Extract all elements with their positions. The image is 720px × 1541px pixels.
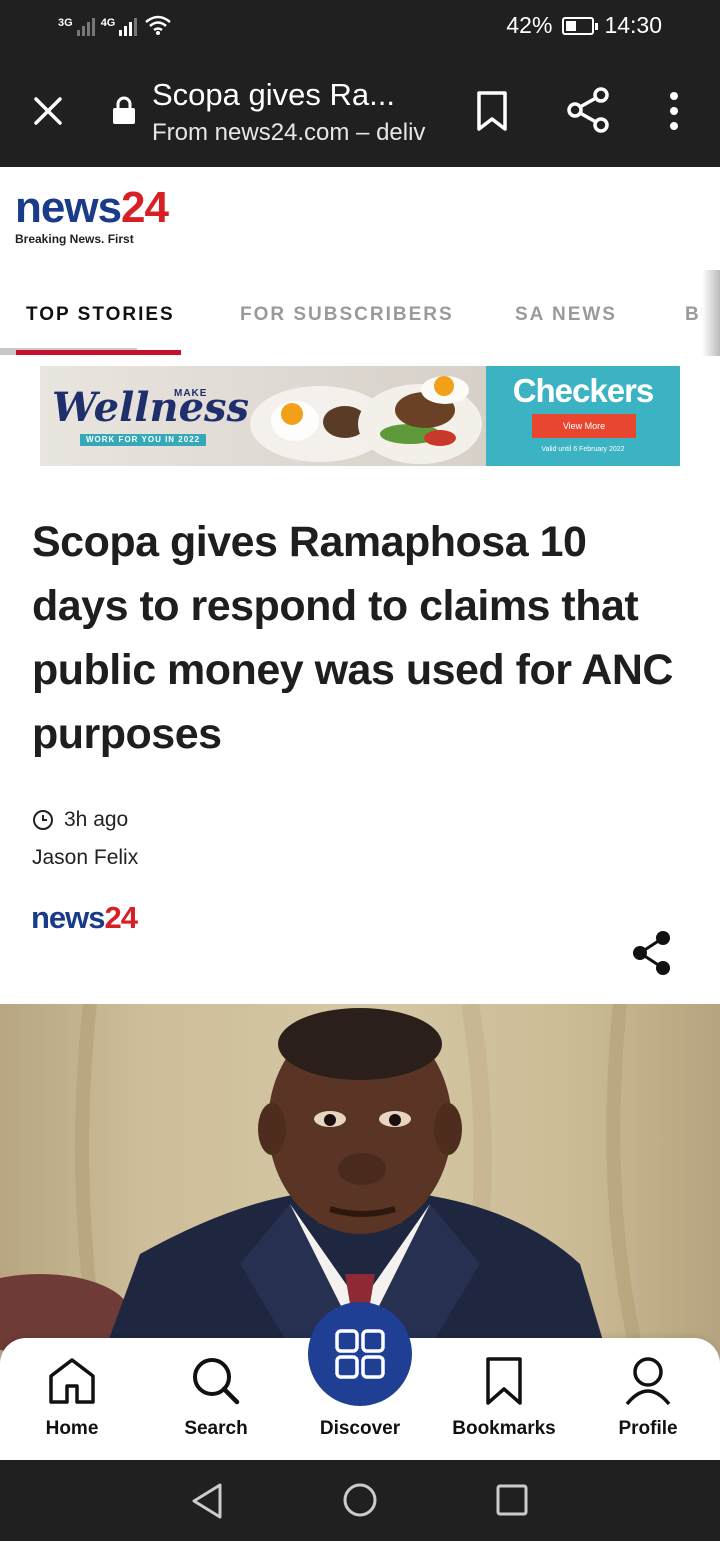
logo-tagline: Breaking News. First (15, 232, 134, 246)
lock-icon (113, 96, 135, 124)
ad-script-text: Wellness (52, 384, 250, 431)
clock-icon (33, 810, 53, 830)
battery-icon (562, 16, 599, 35)
grid-icon (335, 1329, 385, 1379)
more-vertical-icon[interactable] (662, 89, 686, 133)
logo-text-news: news (15, 183, 122, 232)
page-url[interactable]: From news24.com – deliv (152, 119, 425, 147)
page-title[interactable]: Scopa gives Ra... (152, 77, 395, 113)
home-circle-icon[interactable] (342, 1482, 378, 1518)
browser-toolbar: Scopa gives Ra... From news24.com – deli… (0, 55, 720, 167)
ad-strap-text: WORK FOR YOU IN 2022 (80, 434, 207, 446)
article-timestamp: 3h ago (32, 808, 128, 832)
user-icon (625, 1357, 671, 1406)
clock: 14:30 (604, 12, 662, 38)
network-type-label: 4G (100, 17, 116, 29)
article-headline: Scopa gives Ramaphosa 10 days to respond… (32, 518, 673, 758)
nav-bookmarks-label: Bookmarks (452, 1418, 556, 1439)
news24-logo[interactable]: news24 Breaking News. First (15, 183, 169, 247)
tab-top-stories[interactable]: TOP STORIES (26, 304, 175, 326)
status-bar: 3G 4G 42% 14:30 (0, 0, 720, 55)
close-icon[interactable] (28, 91, 68, 131)
bookmark-icon[interactable] (474, 89, 510, 133)
nav-home-label: Home (45, 1418, 99, 1439)
source-logo: news24 (31, 900, 138, 936)
nav-profile-label: Profile (618, 1418, 678, 1439)
tabs-scroll-fade (702, 270, 720, 356)
discover-button[interactable] (308, 1302, 412, 1406)
article-author[interactable]: Jason Felix (32, 846, 138, 870)
ad-image: Wellness MAKE WORK FOR YOU IN 2022 (40, 366, 486, 466)
recents-icon[interactable] (496, 1484, 528, 1516)
ad-validity: Valid until 6 February 2022 (541, 446, 625, 453)
ad-brand: Checkers (512, 372, 655, 409)
share-icon[interactable] (630, 930, 674, 976)
signal-indicators: 3G 4G (58, 14, 173, 36)
battery-percent: 42% (506, 12, 553, 38)
back-icon[interactable] (190, 1482, 224, 1520)
article-time: 3h ago (64, 808, 129, 831)
system-navigation-bar (0, 1460, 720, 1541)
source-logo-news: news (31, 900, 106, 935)
home-icon (49, 1358, 95, 1404)
signal-3g-icon: 3G (58, 18, 95, 36)
tab-sa-news[interactable]: SA NEWS (515, 304, 617, 326)
nav-discover-label: Discover (319, 1418, 401, 1439)
bookmark-icon (486, 1357, 522, 1405)
network-type-label: 3G (58, 17, 73, 29)
signal-4g-icon: 4G (101, 18, 138, 36)
tab-for-subscribers[interactable]: FOR SUBSCRIBERS (240, 304, 454, 326)
logo-text-24: 24 (121, 183, 169, 232)
share-icon[interactable] (566, 87, 610, 133)
section-tabs: TOP STORIES FOR SUBSCRIBERS SA NEWS BU (0, 270, 720, 356)
ad-banner[interactable]: Wellness MAKE WORK FOR YOU IN 2022 Check… (40, 366, 680, 466)
ad-make-text: MAKE (174, 388, 208, 399)
search-icon (193, 1358, 240, 1405)
ad-checkers-panel: Checkers View More Valid until 6 Februar… (486, 366, 680, 466)
ad-food-illustration (250, 376, 482, 464)
source-logo-24: 24 (104, 900, 138, 935)
ad-view-more-button[interactable]: View More (532, 414, 636, 438)
wifi-icon (145, 15, 172, 35)
nav-search-label: Search (184, 1418, 248, 1439)
active-tab-indicator (0, 348, 181, 355)
